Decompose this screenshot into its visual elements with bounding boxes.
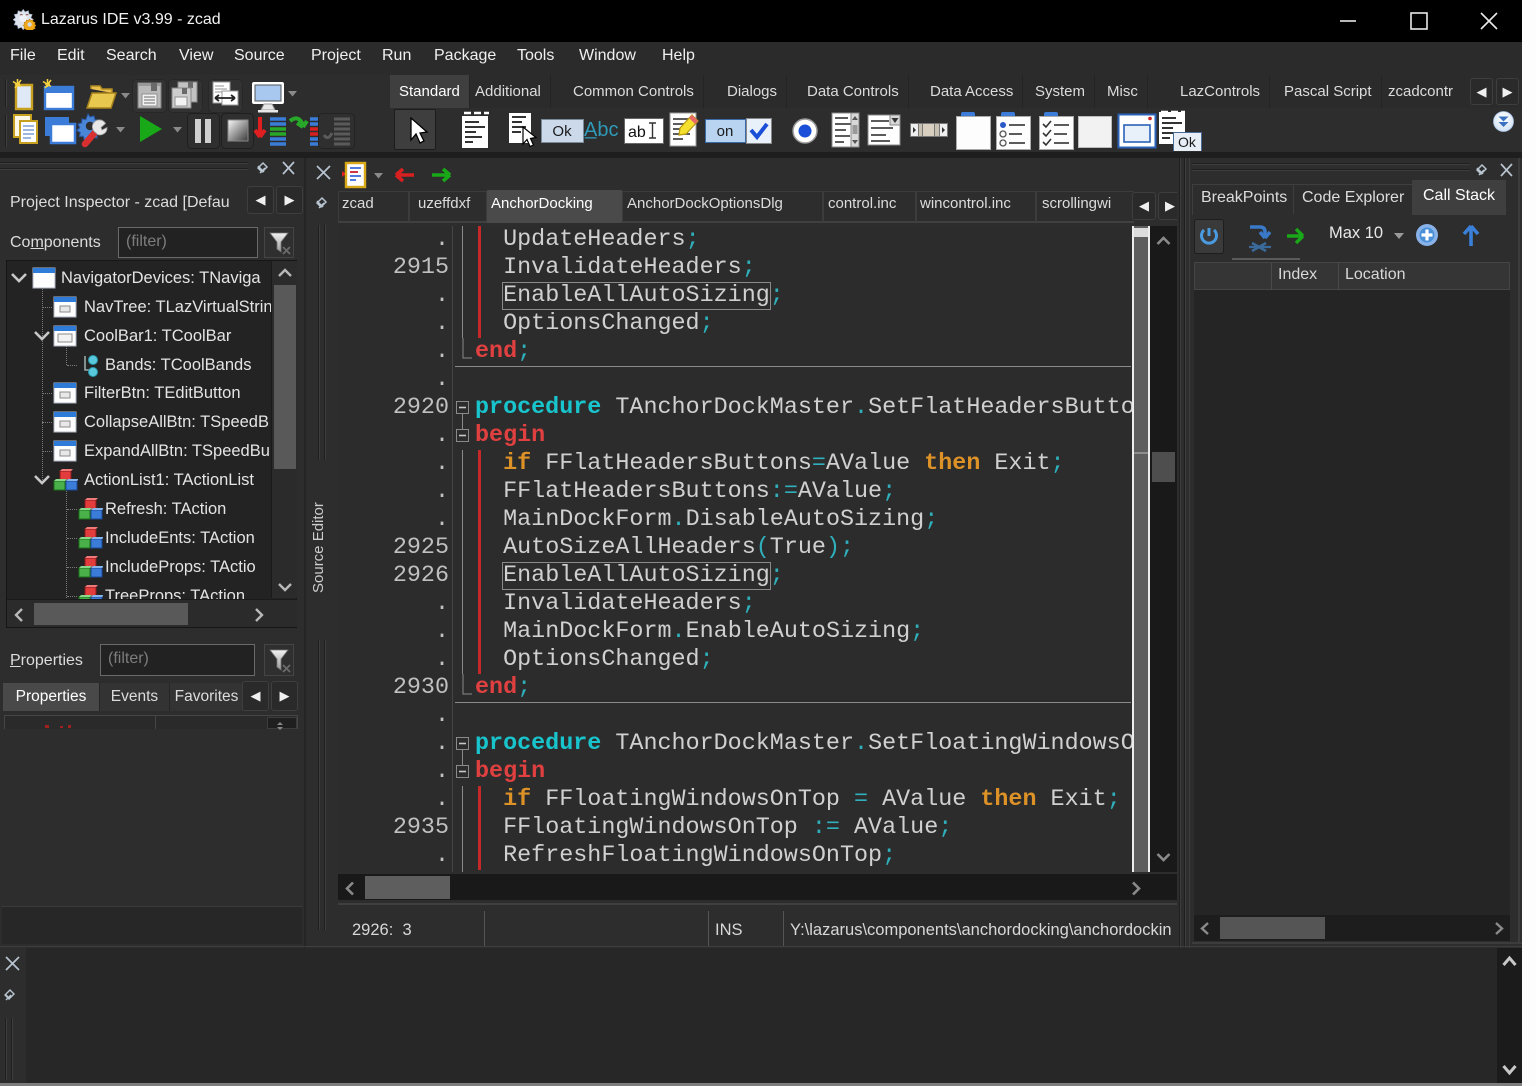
svg-text:ab: ab — [628, 124, 646, 141]
svg-text:Ok: Ok — [552, 123, 572, 140]
svg-text:on: on — [717, 123, 734, 140]
svg-text:A̲bc: A̲bc — [584, 119, 618, 141]
svg-text:Ok: Ok — [1178, 134, 1197, 150]
